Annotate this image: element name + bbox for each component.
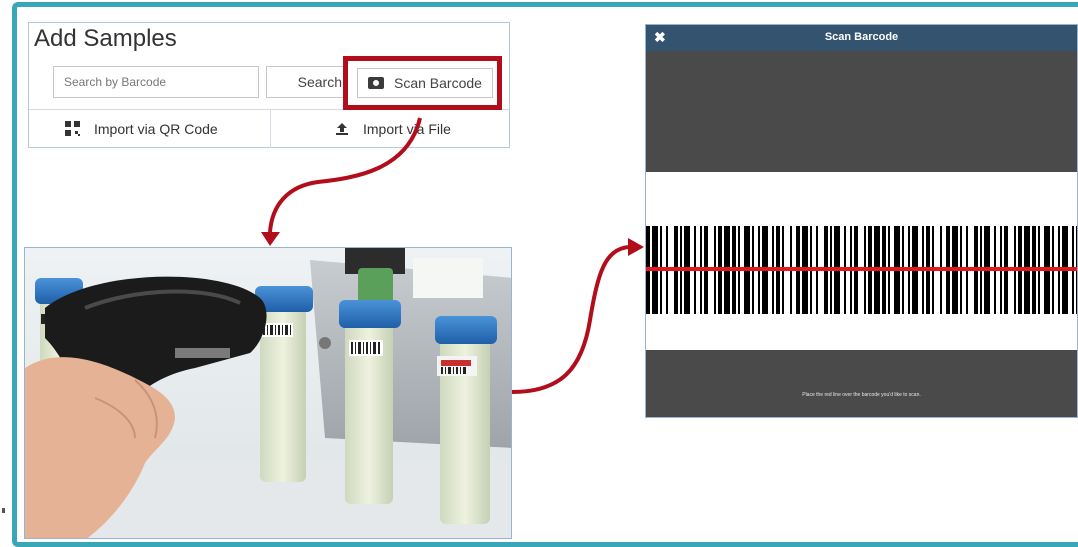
scan-hint: Place the red line over the barcode you'… xyxy=(802,392,921,398)
scan-line xyxy=(646,267,1077,271)
scan-barcode-button[interactable]: Scan Barcode xyxy=(357,68,493,98)
divider xyxy=(270,110,271,148)
panel-title: Add Samples xyxy=(34,25,177,52)
import-file-button[interactable]: Import via File xyxy=(335,110,451,148)
camera-view-top xyxy=(646,51,1077,172)
modal-title: Scan Barcode xyxy=(824,31,899,43)
scan-barcode-modal: ✖ Scan Barcode Place the red line over t… xyxy=(645,24,1078,418)
scanner-photo xyxy=(24,247,512,539)
import-row: Import via QR Code Import via File xyxy=(29,109,509,148)
search-input[interactable] xyxy=(53,66,259,98)
qr-code-icon xyxy=(65,121,80,136)
search-button[interactable]: Search xyxy=(266,66,346,98)
camera-view-bottom: Place the red line over the barcode you'… xyxy=(646,350,1077,417)
camera-view xyxy=(646,172,1077,350)
import-qr-label: Import via QR Code xyxy=(94,121,218,137)
modal-header: ✖ Scan Barcode xyxy=(646,25,1077,51)
scan-barcode-label: Scan Barcode xyxy=(394,75,482,91)
camera-icon xyxy=(368,77,384,89)
barcode-image xyxy=(646,226,1077,314)
import-file-label: Import via File xyxy=(363,121,451,137)
scanner-photo-illustration xyxy=(25,248,511,538)
add-samples-panel: Add Samples Search Scan Barcode Import v… xyxy=(28,22,510,148)
import-qr-button[interactable]: Import via QR Code xyxy=(65,110,218,148)
edge-mark xyxy=(2,508,5,513)
upload-icon xyxy=(336,123,348,135)
